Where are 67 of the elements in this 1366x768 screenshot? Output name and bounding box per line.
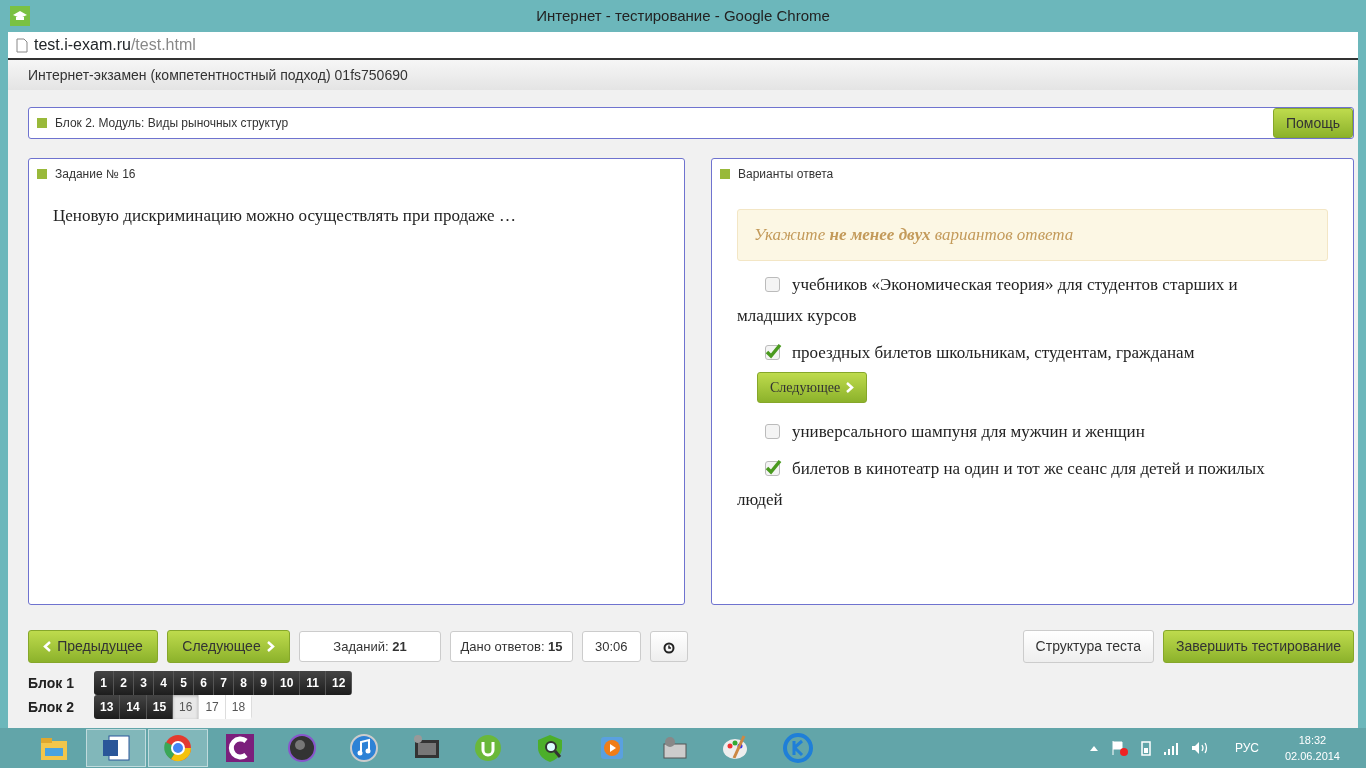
question-number[interactable]: 2 [114, 671, 134, 695]
question-number[interactable]: 4 [154, 671, 174, 695]
hint-text: Укажите не менее двух вариантов ответа [737, 209, 1328, 261]
battery-icon[interactable] [1140, 740, 1151, 756]
block-label: Блок 1 [28, 673, 75, 693]
question-number[interactable]: 10 [274, 671, 301, 695]
next-button[interactable]: Следующее [757, 371, 868, 403]
question-number[interactable]: 9 [254, 671, 274, 695]
torrent-icon [472, 732, 504, 764]
question-number[interactable]: 12 [326, 671, 353, 695]
flag-icon[interactable] [1110, 740, 1129, 756]
answer-option[interactable]: универсального шампуня для мужчин и женщин [737, 415, 1288, 447]
task-title: Задание № 16 [55, 166, 136, 183]
speaker-icon[interactable] [1190, 740, 1209, 756]
square-icon [720, 169, 730, 179]
question-number[interactable]: 16 [173, 695, 200, 719]
question-number[interactable]: 14 [120, 695, 147, 719]
question-number[interactable]: 18 [225, 695, 253, 719]
clock-button[interactable] [649, 631, 688, 662]
question-number[interactable]: 5 [174, 671, 194, 695]
taskbar-button[interactable] [148, 729, 208, 767]
next-button[interactable]: Следующее [167, 630, 290, 663]
window-title: Интернет - тестирование - Google Chrome [535, 5, 831, 26]
checkbox[interactable] [765, 344, 780, 360]
url-field[interactable]: test.i-exam.ru/test.html [34, 33, 196, 57]
timer-text: 30:06 [582, 631, 641, 662]
question-number[interactable]: 13 [94, 695, 121, 719]
question-number[interactable]: 3 [134, 671, 154, 695]
tile-icon [224, 732, 256, 764]
question-number[interactable]: 15 [146, 695, 174, 719]
module-title: Блок 2. Модуль: Виды рыночных структур [55, 115, 289, 132]
page-icon [16, 37, 28, 53]
square-icon [37, 169, 47, 179]
browser-icon [162, 732, 194, 764]
question-number[interactable]: 8 [234, 671, 254, 695]
question-number[interactable]: 7 [214, 671, 234, 695]
structure-button[interactable]: Структура теста [1022, 630, 1154, 663]
counter-text: Заданий: 21 [333, 637, 407, 656]
question-text: Ценовую дискриминацию можно осуществлять при продаже … [52, 205, 517, 227]
counter-text: Дано ответов: 15 [460, 637, 563, 656]
finish-button[interactable]: Завершить тестирование [1163, 630, 1354, 663]
question-number[interactable]: 6 [194, 671, 214, 695]
signal-icon[interactable] [1162, 740, 1179, 756]
taskbar-button[interactable] [86, 729, 146, 767]
checkbox[interactable] [765, 276, 780, 292]
previous-button[interactable]: Предыдущее [28, 630, 158, 663]
chevron-icon [846, 381, 855, 393]
checkbox[interactable] [765, 423, 780, 439]
question-number[interactable]: 11 [300, 671, 327, 695]
question-number[interactable]: 17 [199, 695, 226, 719]
square-icon [37, 118, 47, 128]
document-icon [100, 732, 132, 764]
page-header: Интернет-экзамен (компетентностный подход) 01fs750690 [28, 67, 408, 83]
answer-option[interactable]: билетов в кинотеатр на один и тот же сеанс для детей и пожилых людей [737, 452, 1288, 515]
app-icon [10, 6, 30, 26]
answers-title: Варианты ответа [738, 166, 834, 183]
music-icon [348, 732, 380, 764]
answer-option[interactable]: проездных билетов школьникам, студентам, гражданам [737, 336, 1288, 368]
block-label: Блок 2 [28, 697, 75, 717]
ring-icon [782, 732, 814, 764]
knob-icon [286, 732, 318, 764]
checkbox[interactable] [765, 460, 780, 476]
clock-icon [662, 642, 675, 655]
chevron-left-icon [43, 641, 52, 652]
help-button[interactable]: Помощь [1272, 108, 1353, 138]
chevron-icon [266, 641, 275, 652]
question-number[interactable]: 1 [94, 671, 114, 695]
